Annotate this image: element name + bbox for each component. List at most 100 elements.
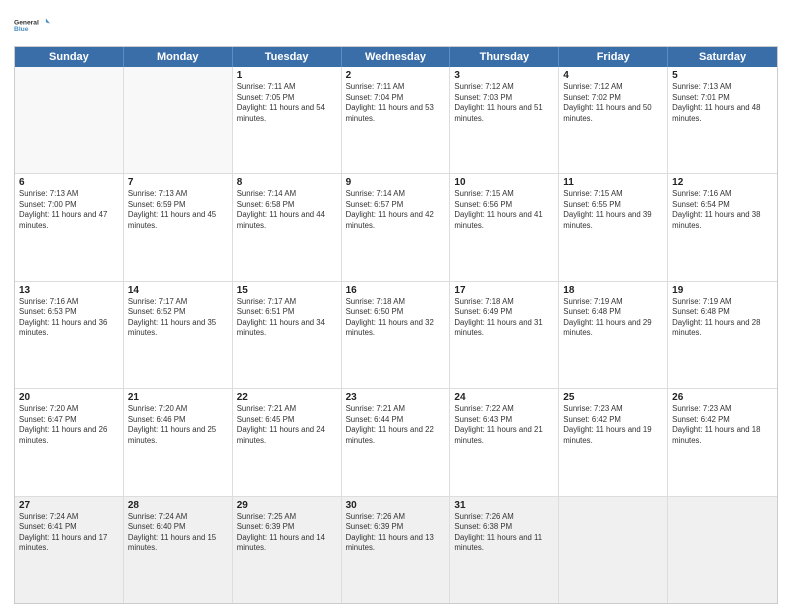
calendar-cell: 7 Sunrise: 7:13 AMSunset: 6:59 PMDayligh…	[124, 174, 233, 280]
day-number: 15	[237, 285, 337, 296]
day-number: 14	[128, 285, 228, 296]
cell-info: Sunrise: 7:23 AMSunset: 6:42 PMDaylight:…	[563, 404, 663, 446]
logo: General Blue	[14, 10, 50, 40]
cell-info: Sunrise: 7:19 AMSunset: 6:48 PMDaylight:…	[672, 297, 773, 339]
calendar-cell: 31 Sunrise: 7:26 AMSunset: 6:38 PMDaylig…	[450, 497, 559, 603]
day-number: 29	[237, 500, 337, 511]
calendar-cell: 22 Sunrise: 7:21 AMSunset: 6:45 PMDaylig…	[233, 389, 342, 495]
calendar-body: 1 Sunrise: 7:11 AMSunset: 7:05 PMDayligh…	[15, 67, 777, 603]
calendar-cell: 5 Sunrise: 7:13 AMSunset: 7:01 PMDayligh…	[668, 67, 777, 173]
calendar-cell: 3 Sunrise: 7:12 AMSunset: 7:03 PMDayligh…	[450, 67, 559, 173]
header: General Blue	[14, 10, 778, 40]
calendar-cell: 9 Sunrise: 7:14 AMSunset: 6:57 PMDayligh…	[342, 174, 451, 280]
cell-info: Sunrise: 7:14 AMSunset: 6:57 PMDaylight:…	[346, 189, 446, 231]
cell-info: Sunrise: 7:13 AMSunset: 6:59 PMDaylight:…	[128, 189, 228, 231]
calendar-cell: 20 Sunrise: 7:20 AMSunset: 6:47 PMDaylig…	[15, 389, 124, 495]
cell-info: Sunrise: 7:13 AMSunset: 7:01 PMDaylight:…	[672, 82, 773, 124]
calendar-cell: 8 Sunrise: 7:14 AMSunset: 6:58 PMDayligh…	[233, 174, 342, 280]
cell-info: Sunrise: 7:22 AMSunset: 6:43 PMDaylight:…	[454, 404, 554, 446]
cell-info: Sunrise: 7:11 AMSunset: 7:04 PMDaylight:…	[346, 82, 446, 124]
cell-info: Sunrise: 7:25 AMSunset: 6:39 PMDaylight:…	[237, 512, 337, 554]
cell-info: Sunrise: 7:21 AMSunset: 6:45 PMDaylight:…	[237, 404, 337, 446]
day-number: 9	[346, 177, 446, 188]
cell-info: Sunrise: 7:15 AMSunset: 6:55 PMDaylight:…	[563, 189, 663, 231]
day-number: 8	[237, 177, 337, 188]
weekday-header: Monday	[124, 47, 233, 67]
calendar-cell: 28 Sunrise: 7:24 AMSunset: 6:40 PMDaylig…	[124, 497, 233, 603]
calendar-cell: 13 Sunrise: 7:16 AMSunset: 6:53 PMDaylig…	[15, 282, 124, 388]
calendar-cell: 29 Sunrise: 7:25 AMSunset: 6:39 PMDaylig…	[233, 497, 342, 603]
calendar-cell: 15 Sunrise: 7:17 AMSunset: 6:51 PMDaylig…	[233, 282, 342, 388]
cell-info: Sunrise: 7:26 AMSunset: 6:39 PMDaylight:…	[346, 512, 446, 554]
day-number: 17	[454, 285, 554, 296]
weekday-header: Wednesday	[342, 47, 451, 67]
day-number: 16	[346, 285, 446, 296]
cell-info: Sunrise: 7:12 AMSunset: 7:02 PMDaylight:…	[563, 82, 663, 124]
day-number: 20	[19, 392, 119, 403]
svg-text:Blue: Blue	[14, 26, 29, 33]
day-number: 28	[128, 500, 228, 511]
weekday-header: Friday	[559, 47, 668, 67]
day-number: 2	[346, 70, 446, 81]
cell-info: Sunrise: 7:16 AMSunset: 6:54 PMDaylight:…	[672, 189, 773, 231]
calendar-cell: 12 Sunrise: 7:16 AMSunset: 6:54 PMDaylig…	[668, 174, 777, 280]
logo-svg: General Blue	[14, 10, 50, 40]
calendar-cell: 4 Sunrise: 7:12 AMSunset: 7:02 PMDayligh…	[559, 67, 668, 173]
calendar-cell: 16 Sunrise: 7:18 AMSunset: 6:50 PMDaylig…	[342, 282, 451, 388]
calendar-cell: 24 Sunrise: 7:22 AMSunset: 6:43 PMDaylig…	[450, 389, 559, 495]
day-number: 30	[346, 500, 446, 511]
calendar-cell: 17 Sunrise: 7:18 AMSunset: 6:49 PMDaylig…	[450, 282, 559, 388]
calendar-row: 6 Sunrise: 7:13 AMSunset: 7:00 PMDayligh…	[15, 173, 777, 280]
day-number: 11	[563, 177, 663, 188]
day-number: 24	[454, 392, 554, 403]
day-number: 12	[672, 177, 773, 188]
cell-info: Sunrise: 7:16 AMSunset: 6:53 PMDaylight:…	[19, 297, 119, 339]
cell-info: Sunrise: 7:15 AMSunset: 6:56 PMDaylight:…	[454, 189, 554, 231]
calendar-row: 1 Sunrise: 7:11 AMSunset: 7:05 PMDayligh…	[15, 67, 777, 173]
calendar-cell: 19 Sunrise: 7:19 AMSunset: 6:48 PMDaylig…	[668, 282, 777, 388]
calendar-cell: 11 Sunrise: 7:15 AMSunset: 6:55 PMDaylig…	[559, 174, 668, 280]
day-number: 7	[128, 177, 228, 188]
calendar-row: 20 Sunrise: 7:20 AMSunset: 6:47 PMDaylig…	[15, 388, 777, 495]
cell-info: Sunrise: 7:24 AMSunset: 6:41 PMDaylight:…	[19, 512, 119, 554]
day-number: 3	[454, 70, 554, 81]
weekday-header: Saturday	[668, 47, 777, 67]
calendar-cell: 25 Sunrise: 7:23 AMSunset: 6:42 PMDaylig…	[559, 389, 668, 495]
day-number: 18	[563, 285, 663, 296]
calendar-cell: 21 Sunrise: 7:20 AMSunset: 6:46 PMDaylig…	[124, 389, 233, 495]
day-number: 31	[454, 500, 554, 511]
day-number: 27	[19, 500, 119, 511]
day-number: 10	[454, 177, 554, 188]
cell-info: Sunrise: 7:11 AMSunset: 7:05 PMDaylight:…	[237, 82, 337, 124]
cell-info: Sunrise: 7:18 AMSunset: 6:50 PMDaylight:…	[346, 297, 446, 339]
day-number: 23	[346, 392, 446, 403]
calendar-cell: 1 Sunrise: 7:11 AMSunset: 7:05 PMDayligh…	[233, 67, 342, 173]
cell-info: Sunrise: 7:17 AMSunset: 6:51 PMDaylight:…	[237, 297, 337, 339]
day-number: 13	[19, 285, 119, 296]
calendar-row: 27 Sunrise: 7:24 AMSunset: 6:41 PMDaylig…	[15, 496, 777, 603]
calendar-cell	[15, 67, 124, 173]
cell-info: Sunrise: 7:13 AMSunset: 7:00 PMDaylight:…	[19, 189, 119, 231]
calendar-row: 13 Sunrise: 7:16 AMSunset: 6:53 PMDaylig…	[15, 281, 777, 388]
calendar-cell: 27 Sunrise: 7:24 AMSunset: 6:41 PMDaylig…	[15, 497, 124, 603]
calendar-cell: 30 Sunrise: 7:26 AMSunset: 6:39 PMDaylig…	[342, 497, 451, 603]
cell-info: Sunrise: 7:12 AMSunset: 7:03 PMDaylight:…	[454, 82, 554, 124]
cell-info: Sunrise: 7:19 AMSunset: 6:48 PMDaylight:…	[563, 297, 663, 339]
day-number: 21	[128, 392, 228, 403]
svg-text:General: General	[14, 19, 39, 26]
cell-info: Sunrise: 7:20 AMSunset: 6:46 PMDaylight:…	[128, 404, 228, 446]
weekday-header: Tuesday	[233, 47, 342, 67]
calendar-cell	[668, 497, 777, 603]
calendar-header: SundayMondayTuesdayWednesdayThursdayFrid…	[15, 47, 777, 67]
day-number: 4	[563, 70, 663, 81]
cell-info: Sunrise: 7:17 AMSunset: 6:52 PMDaylight:…	[128, 297, 228, 339]
cell-info: Sunrise: 7:20 AMSunset: 6:47 PMDaylight:…	[19, 404, 119, 446]
calendar-cell	[559, 497, 668, 603]
day-number: 26	[672, 392, 773, 403]
calendar-cell: 23 Sunrise: 7:21 AMSunset: 6:44 PMDaylig…	[342, 389, 451, 495]
day-number: 25	[563, 392, 663, 403]
cell-info: Sunrise: 7:14 AMSunset: 6:58 PMDaylight:…	[237, 189, 337, 231]
calendar: SundayMondayTuesdayWednesdayThursdayFrid…	[14, 46, 778, 604]
calendar-cell: 14 Sunrise: 7:17 AMSunset: 6:52 PMDaylig…	[124, 282, 233, 388]
day-number: 5	[672, 70, 773, 81]
